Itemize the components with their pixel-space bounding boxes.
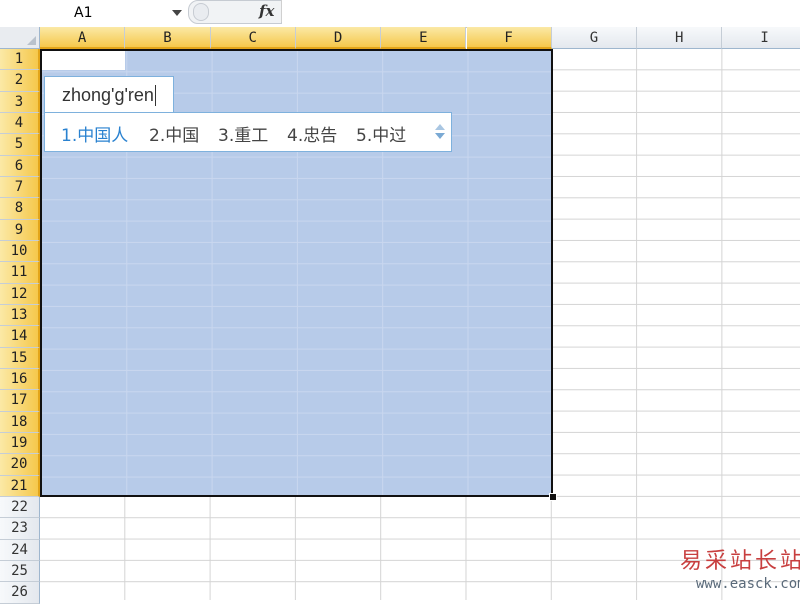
ime-candidate[interactable]: 5.中过 <box>356 121 406 146</box>
row-header-10[interactable]: 10 <box>0 240 40 263</box>
ime-candidate[interactable]: 2.中国 <box>149 121 199 146</box>
name-box[interactable]: A1 <box>0 2 186 22</box>
row-header-8[interactable]: 8 <box>0 198 40 220</box>
select-all-icon <box>27 36 36 45</box>
row-header-5[interactable]: 5 <box>0 134 40 156</box>
column-header-h[interactable]: H <box>637 27 723 49</box>
watermark: 易采站长站 www.easck.com <box>672 543 800 600</box>
ime-candidate[interactable]: 3.重工 <box>218 121 268 146</box>
formula-input[interactable] <box>281 0 800 22</box>
splitter-handle[interactable] <box>193 3 209 21</box>
row-header-1[interactable]: 1 <box>0 49 40 71</box>
page-up-icon[interactable] <box>435 124 445 130</box>
row-header-4[interactable]: 4 <box>0 112 40 135</box>
row-header-13[interactable]: 13 <box>0 304 40 327</box>
column-header-f[interactable]: F <box>466 27 552 49</box>
row-header-11[interactable]: 11 <box>0 262 40 284</box>
row-header-16[interactable]: 16 <box>0 368 40 391</box>
page-arrows-icon[interactable] <box>435 122 445 142</box>
column-header-b[interactable]: B <box>125 27 211 49</box>
ime-candidate-list: 1.中国人 2.中国 3.重工 4.忠告 5.中过 <box>44 112 452 152</box>
row-header-23[interactable]: 23 <box>0 518 40 540</box>
row-header-9[interactable]: 9 <box>0 219 40 241</box>
column-header-c[interactable]: C <box>210 27 296 49</box>
row-header-2[interactable]: 2 <box>0 70 40 92</box>
row-header-25[interactable]: 25 <box>0 560 40 583</box>
row-header-19[interactable]: 19 <box>0 432 40 455</box>
ime-candidate[interactable]: 4.忠告 <box>287 121 337 146</box>
chevron-down-icon[interactable] <box>172 10 182 16</box>
fx-panel: fx <box>188 0 282 24</box>
row-header-22[interactable]: 22 <box>0 496 40 519</box>
page-down-icon[interactable] <box>435 133 445 139</box>
watermark-url: www.easck.com <box>696 576 800 592</box>
column-header-e[interactable]: E <box>381 27 467 49</box>
row-header-26[interactable]: 26 <box>0 582 40 604</box>
column-header-a[interactable]: A <box>40 27 126 49</box>
fill-handle[interactable] <box>549 493 557 501</box>
row-header-17[interactable]: 17 <box>0 390 40 412</box>
row-header-6[interactable]: 6 <box>0 155 40 177</box>
formula-bar: A1 fx <box>0 0 800 28</box>
row-header-12[interactable]: 12 <box>0 283 40 305</box>
row-header-7[interactable]: 7 <box>0 176 40 199</box>
column-header-i[interactable]: I <box>722 27 800 49</box>
active-cell[interactable] <box>42 51 125 70</box>
text-caret <box>155 85 156 106</box>
column-header-g[interactable]: G <box>551 27 638 49</box>
ime-composition-text: zhong'g'ren <box>62 85 154 105</box>
watermark-cn: 易采站长站 <box>680 549 800 574</box>
select-all-button[interactable] <box>0 27 40 49</box>
column-header-d[interactable]: D <box>295 27 382 49</box>
row-header-24[interactable]: 24 <box>0 539 40 561</box>
row-header-21[interactable]: 21 <box>0 475 40 497</box>
ime-composition-window: zhong'g'ren <box>44 76 174 113</box>
row-header-18[interactable]: 18 <box>0 411 40 433</box>
ime-candidate[interactable]: 1.中国人 <box>61 121 128 146</box>
row-header-14[interactable]: 14 <box>0 326 40 348</box>
row-header-15[interactable]: 15 <box>0 347 40 369</box>
row-header-20[interactable]: 20 <box>0 454 40 476</box>
name-box-value: A1 <box>74 5 93 21</box>
row-header-3[interactable]: 3 <box>0 91 40 113</box>
insert-function-icon[interactable]: fx <box>259 2 274 20</box>
